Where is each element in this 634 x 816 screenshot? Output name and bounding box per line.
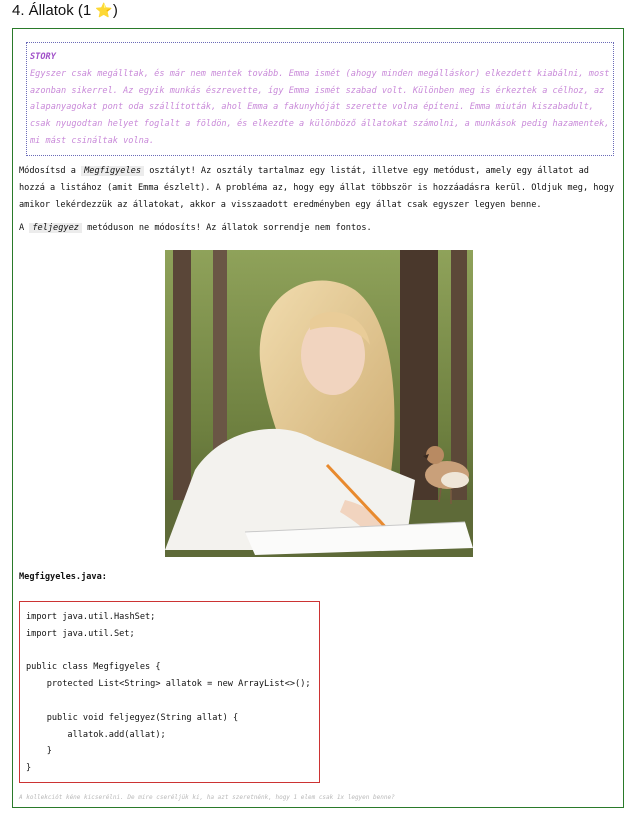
code-file-label: Megfigyeles.java: <box>19 572 107 582</box>
task-paragraph-2: A feljegyez metóduson ne módosíts! Az ál… <box>19 220 619 237</box>
star-icon: ⭐ <box>95 2 113 18</box>
title-prefix: 4. Állatok (1 <box>12 2 92 19</box>
hint-text: A kollekciót kéne kicserélni. De mire cs… <box>19 794 395 801</box>
story-box: STORY Egyszer csak megálltak, és már nem… <box>26 42 614 156</box>
method-name-code: feljegyez <box>29 223 82 233</box>
task-p1-text-a: Módosítsd a <box>19 166 82 176</box>
story-text: Egyszer csak megálltak, és már nem mente… <box>30 68 610 146</box>
illustration-image <box>165 250 473 557</box>
exercise-box: STORY Egyszer csak megálltak, és már nem… <box>12 28 624 808</box>
code-block: import java.util.HashSet; import java.ut… <box>19 601 320 783</box>
task-paragraph-1: Módosítsd a Megfigyeles osztályt! Az osz… <box>19 163 619 213</box>
task-p2-text-b: metóduson ne módosíts! Az állatok sorren… <box>81 223 372 233</box>
code-text: import java.util.HashSet; import java.ut… <box>26 612 311 774</box>
title-suffix: ) <box>112 2 118 19</box>
story-label: STORY <box>30 52 56 62</box>
exercise-title: 4. Állatok (1 ⭐) <box>12 0 118 20</box>
task-p2-text-a: A <box>19 223 30 233</box>
class-name-code: Megfigyeles <box>81 166 145 176</box>
